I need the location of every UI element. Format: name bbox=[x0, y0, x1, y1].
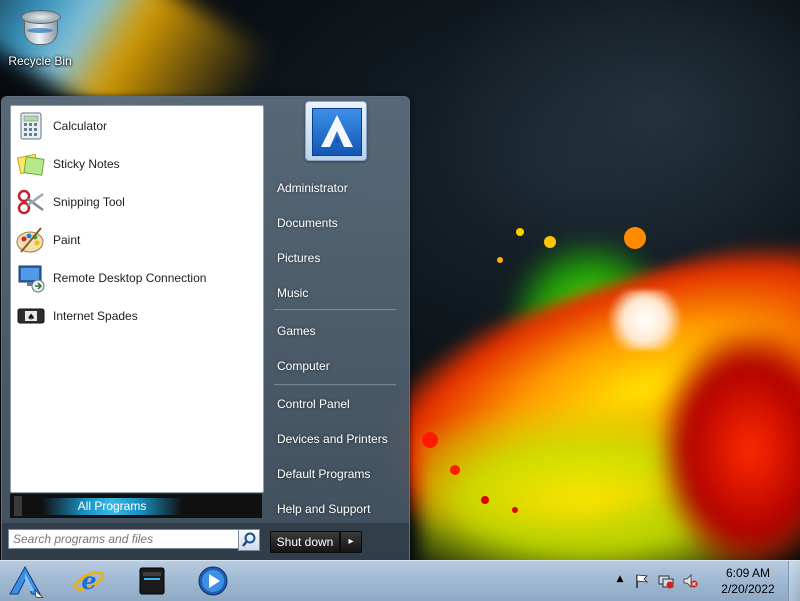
desktop-icon-label: Recycle Bin bbox=[8, 54, 72, 68]
svg-text:♠: ♠ bbox=[27, 313, 35, 323]
network-icon[interactable] bbox=[658, 573, 674, 589]
start-item-documents[interactable]: Documents bbox=[272, 208, 407, 238]
program-label: Sticky Notes bbox=[53, 157, 120, 171]
program-label: Remote Desktop Connection bbox=[53, 271, 207, 285]
paint-icon bbox=[15, 224, 47, 256]
action-center-flag-icon[interactable] bbox=[634, 573, 650, 589]
calculator-icon bbox=[15, 110, 47, 142]
start-item-music[interactable]: Music bbox=[272, 278, 407, 308]
program-label: Snipping Tool bbox=[53, 195, 125, 209]
program-item-sticky-notes[interactable]: Sticky Notes bbox=[15, 146, 259, 182]
shutdown-options-button[interactable]: ▸ bbox=[340, 531, 362, 553]
start-item-default-programs[interactable]: Default Programs bbox=[272, 459, 407, 489]
search-icon bbox=[242, 532, 256, 547]
clock-time: 6:09 AM bbox=[725, 566, 771, 580]
media-player-icon bbox=[198, 566, 228, 596]
wallpaper-white-splash bbox=[600, 290, 690, 350]
wallpaper-yellow-splash bbox=[420, 400, 800, 560]
clock-date: 2/20/2022 bbox=[721, 582, 775, 596]
wallpaper-red-splash bbox=[660, 330, 800, 560]
start-item-help-and-support[interactable]: Help and Support bbox=[272, 494, 407, 524]
taskbar: e ▲ 6:09 AM 2/20/2022 bbox=[0, 560, 800, 601]
program-item-remote-desktop-connection[interactable]: Remote Desktop Connection bbox=[15, 260, 259, 296]
taskbar-app-internet-explorer[interactable]: e bbox=[64, 564, 114, 598]
start-search bbox=[6, 527, 262, 553]
file-explorer-icon bbox=[139, 567, 165, 595]
start-item-computer[interactable]: Computer bbox=[272, 351, 407, 381]
svg-text:e: e bbox=[81, 566, 96, 595]
program-item-snipping-tool[interactable]: Snipping Tool bbox=[15, 184, 259, 220]
start-button[interactable] bbox=[6, 564, 44, 599]
program-label: Paint bbox=[53, 233, 81, 247]
start-item-devices-and-printers[interactable]: Devices and Printers bbox=[272, 424, 407, 454]
all-programs-arrow-icon bbox=[14, 496, 22, 516]
program-item-calculator[interactable]: Calculator bbox=[15, 108, 259, 144]
start-item-control-panel[interactable]: Control Panel bbox=[272, 389, 407, 419]
search-button[interactable] bbox=[238, 529, 260, 551]
wallpaper-green-splash bbox=[500, 240, 680, 400]
program-label: Internet Spades bbox=[53, 309, 138, 323]
program-item-internet-spades[interactable]: ♠ Internet Spades bbox=[15, 298, 259, 334]
clock[interactable]: 6:09 AM 2/20/2022 bbox=[700, 565, 796, 597]
assassins-creed-logo-icon bbox=[312, 108, 362, 156]
start-menu: Calculator Sticky Notes Snipping Tool Pa… bbox=[1, 96, 410, 562]
snipping-tool-icon bbox=[15, 186, 47, 218]
separator bbox=[274, 384, 396, 386]
program-label: Calculator bbox=[53, 119, 108, 133]
all-programs-button[interactable]: All Programs bbox=[42, 498, 182, 515]
wallpaper-dark-glow bbox=[430, 0, 800, 280]
start-item-pictures[interactable]: Pictures bbox=[272, 243, 407, 273]
separator bbox=[274, 309, 396, 311]
remote-desktop-icon bbox=[15, 262, 47, 294]
programs-pane: Calculator Sticky Notes Snipping Tool Pa… bbox=[10, 105, 264, 493]
sticky-notes-icon bbox=[15, 148, 47, 180]
search-input[interactable] bbox=[8, 529, 240, 549]
start-item-administrator[interactable]: Administrator bbox=[272, 173, 407, 203]
start-orb-icon bbox=[9, 565, 44, 599]
program-item-paint[interactable]: Paint bbox=[15, 222, 259, 258]
volume-muted-icon[interactable] bbox=[682, 573, 698, 589]
shutdown-button[interactable]: Shut down bbox=[270, 531, 340, 553]
wallpaper-droplets bbox=[422, 227, 646, 513]
start-item-games[interactable]: Games bbox=[272, 316, 407, 346]
desktop-icon-recycle-bin[interactable]: Recycle Bin bbox=[4, 4, 76, 68]
recycle-bin-icon bbox=[19, 6, 61, 48]
user-picture[interactable] bbox=[305, 101, 367, 161]
wallpaper-orange-splash bbox=[358, 205, 800, 560]
show-desktop-button[interactable] bbox=[788, 561, 800, 601]
internet-explorer-icon: e bbox=[73, 566, 105, 595]
taskbar-app-file-explorer[interactable] bbox=[128, 564, 178, 598]
internet-spades-icon: ♠ bbox=[15, 300, 47, 332]
show-hidden-icons-button[interactable]: ▲ bbox=[612, 571, 628, 587]
taskbar-app-media-player[interactable] bbox=[188, 564, 238, 598]
all-programs-bar: All Programs bbox=[10, 493, 262, 518]
